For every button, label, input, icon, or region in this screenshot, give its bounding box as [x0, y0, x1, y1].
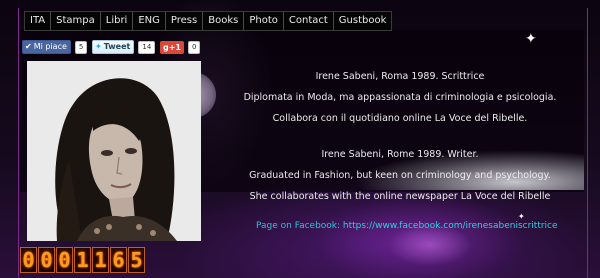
- facebook-like-label: Mi piace: [33, 42, 67, 51]
- bio-it-line-3: Collabora con il quotidiano online La Vo…: [272, 113, 528, 124]
- nav-item-stampa[interactable]: Stampa: [51, 12, 101, 30]
- google-plus-count: 0: [188, 40, 201, 54]
- counter-digit: 1: [74, 247, 91, 273]
- twitter-widget: ✦ Tweet 14: [92, 40, 156, 54]
- bio-en-line-2: Graduated in Fashion, but keen on crimin…: [249, 170, 551, 181]
- nav-item-photo[interactable]: Photo: [244, 12, 284, 30]
- bio-en-line-3: She collaborates with the online newspap…: [249, 191, 551, 202]
- bio-it-line-2: Diplomata in Moda, ma appassionata di cr…: [243, 92, 557, 103]
- twitter-bird-icon: ✦: [95, 42, 102, 51]
- facebook-page-link[interactable]: https://www.facebook.com/irenesabeniscri…: [343, 221, 558, 231]
- visitor-counter: 0 0 0 1 1 6 5: [20, 247, 146, 273]
- counter-digit: 1: [92, 247, 109, 273]
- facebook-page-link-row: Page on Facebook: https://www.facebook.c…: [256, 221, 558, 231]
- nav-item-contact[interactable]: Contact: [284, 12, 334, 30]
- nav-item-guestbook[interactable]: Gustbook: [334, 12, 392, 30]
- nav-item-eng[interactable]: ENG: [133, 12, 166, 30]
- counter-digit: 0: [38, 247, 55, 273]
- nav-item-ita[interactable]: ITA: [25, 12, 52, 30]
- counter-digit: 5: [128, 247, 145, 273]
- counter-digit: 0: [56, 247, 73, 273]
- tweet-button[interactable]: ✦ Tweet: [92, 40, 135, 54]
- counter-digit: 6: [110, 247, 127, 273]
- bio-en-line-1: Irene Sabeni, Rome 1989. Writer.: [321, 149, 479, 160]
- nav-item-books[interactable]: Books: [203, 12, 245, 30]
- tweet-label: Tweet: [103, 42, 131, 51]
- biography: Irene Sabeni, Roma 1989. Scrittrice Dipl…: [228, 66, 572, 207]
- thumbs-up-icon: ✔: [25, 42, 32, 51]
- nav-item-libri[interactable]: Libri: [101, 12, 134, 30]
- nav-item-press[interactable]: Press: [166, 12, 204, 30]
- facebook-like-count: 5: [74, 40, 88, 54]
- author-photo: [27, 61, 201, 241]
- bio-it-line-1: Irene Sabeni, Roma 1989. Scrittrice: [315, 71, 485, 82]
- google-plus-widget: g+1 0: [160, 40, 201, 54]
- top-navigation: ITA Stampa Libri ENG Press Books Photo C…: [24, 11, 393, 31]
- facebook-like-button[interactable]: ✔ Mi piace: [22, 40, 71, 54]
- facebook-like-widget: ✔ Mi piace 5: [22, 40, 88, 54]
- facebook-page-label: Page on Facebook:: [256, 221, 341, 231]
- google-plus-button[interactable]: g+1: [160, 40, 184, 54]
- sparkle-icon: ✦: [525, 31, 537, 47]
- counter-digit: 0: [20, 247, 37, 273]
- tweet-count: 14: [138, 40, 156, 54]
